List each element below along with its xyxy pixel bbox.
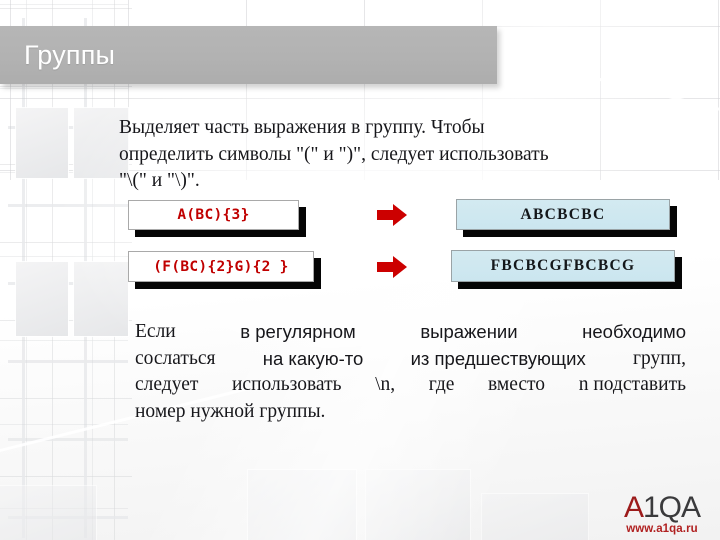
background-cube: [482, 494, 588, 540]
logo-url: www.a1qa.ru: [626, 523, 698, 535]
background-cube: [74, 262, 128, 336]
logo-wordmark: A1QA: [612, 491, 712, 524]
page-title: Группы: [24, 39, 116, 70]
intro-line-3: "\(" и "\)".: [119, 170, 200, 191]
a1qa-logo: A1QA www.a1qa.ru: [612, 491, 712, 536]
intro-line-2: определить символы "(" и ")", следует ис…: [119, 143, 549, 165]
example-input-box: (F(BC){2}G){2 }: [128, 251, 314, 282]
br-w11: \n,: [375, 374, 396, 395]
backreference-paragraph: Если в регулярном выражении необходимо с…: [135, 319, 686, 425]
intro-paragraph: Выделяет часть выражения в группу. Чтобы…: [119, 115, 685, 195]
background-edge: [469, 196, 720, 240]
logo-letters-qa: QA: [658, 491, 701, 524]
br-w3: выражении: [420, 321, 518, 342]
example-input-box: A(BC){3}: [128, 200, 299, 230]
br-w7: из предшествующих: [410, 347, 586, 369]
br-w6: на какую-то: [262, 347, 364, 369]
br-w8: групп,: [633, 347, 686, 369]
br-w2: в регулярном: [240, 321, 356, 342]
logo-letter-1: 1: [642, 491, 660, 524]
background-cube: [0, 486, 96, 540]
backreference-line-2: сослаться на какую-то из предшествующих …: [135, 346, 686, 373]
example-output-label: FBCBCGFBCBCG: [490, 257, 636, 274]
br-w14: n подставить: [578, 374, 686, 395]
br-w9: следует: [135, 374, 199, 395]
example-input-label: (F(BC){2}G){2 }: [153, 258, 289, 275]
logo-letter-a: A: [623, 491, 644, 524]
br-w1: Если: [135, 321, 176, 342]
intro-line-1: Выделяет часть выражения в группу. Чтобы: [119, 117, 485, 138]
background-cube: [366, 470, 470, 540]
example-input-label: A(BC){3}: [177, 207, 250, 223]
right-arrow-icon: [377, 204, 407, 226]
slide-title-bar: Группы: [0, 26, 497, 84]
background-edge: [519, 58, 720, 115]
backreference-line-3: следует использовать \n, где вместо n по…: [135, 372, 686, 399]
backreference-line-1: Если в регулярном выражении необходимо: [135, 319, 686, 346]
br-w10: использовать: [232, 374, 342, 395]
br-w5: сослаться: [135, 347, 216, 369]
br-w12: где: [428, 374, 455, 395]
backreference-line-4: номер нужной группы.: [135, 400, 326, 422]
right-arrow-icon: [377, 256, 407, 278]
background-cube: [16, 108, 68, 178]
slide: Группы Выделяет часть выражения в группу…: [0, 0, 720, 540]
example-output-box: FBCBCGFBCBCG: [451, 250, 675, 282]
br-w4: необходимо: [582, 321, 686, 342]
background-cube: [248, 470, 356, 540]
br-w13: вместо: [488, 374, 546, 395]
background-cube: [16, 262, 68, 336]
